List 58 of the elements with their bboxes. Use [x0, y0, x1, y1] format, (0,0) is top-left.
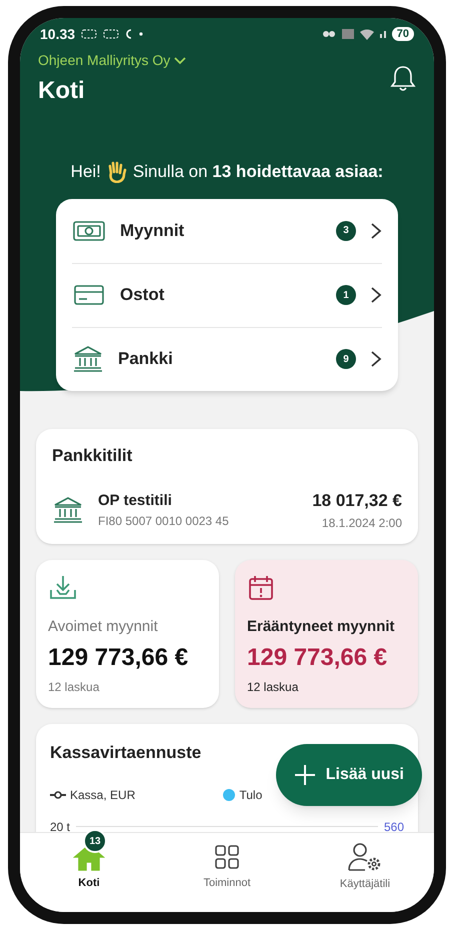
- download-tray-icon: [48, 574, 78, 602]
- bank-icon: [72, 345, 104, 373]
- task-row[interactable]: Pankki 9: [72, 326, 382, 390]
- chevron-right-icon: [370, 350, 382, 368]
- invoice-count: 12 laskua: [247, 679, 300, 696]
- add-new-button[interactable]: Lisää uusi: [276, 744, 422, 806]
- task-row[interactable]: Myynnit 3: [72, 198, 382, 262]
- task-count-badge: 1: [336, 285, 356, 305]
- credit-card-icon: [72, 283, 106, 307]
- bank-account-row[interactable]: OP testitili FI80 5007 0010 0023 45 18 017,32 € 18.1.2024 2:00: [52, 488, 402, 532]
- legend-label: Tulo: [239, 786, 262, 804]
- signal-icon: [380, 30, 386, 38]
- user-settings-icon: [347, 842, 383, 872]
- chevron-right-icon: [370, 286, 382, 304]
- chevron-down-icon: [174, 56, 186, 64]
- notification-badge: 13: [83, 829, 107, 854]
- plus-icon: [294, 764, 316, 786]
- chevron-right-icon: [370, 222, 382, 240]
- card-label: Erääntyneet myynnit: [247, 616, 396, 636]
- waving-hand-icon: [106, 160, 127, 183]
- bell-icon[interactable]: [390, 64, 416, 92]
- status-time: 10.33: [40, 24, 76, 44]
- account-iban: FI80 5007 0010 0023 45: [98, 513, 230, 530]
- card-amount: 129 773,66 €: [247, 643, 388, 673]
- axis-tick-label: 560: [384, 818, 404, 832]
- page-title: Koti: [38, 76, 86, 106]
- dot-icon: [139, 32, 144, 36]
- axis-tick-label: 20 t: [50, 818, 70, 832]
- calendar-alert-icon: [247, 574, 275, 602]
- invoice-count: 12 laskua: [48, 679, 100, 696]
- account-name: OP testitili: [98, 490, 173, 510]
- banknote-icon: [72, 218, 106, 242]
- wifi-icon: [360, 28, 374, 40]
- battery-indicator: 70: [392, 27, 414, 41]
- balance-date: 18.1.2024 2:00: [322, 514, 402, 532]
- greeting-hello: Hei!: [70, 161, 101, 183]
- card-label: Avoimet myynnit: [48, 616, 159, 636]
- card-title: Pankkitilit: [52, 444, 134, 466]
- task-label: Myynnit: [120, 220, 186, 242]
- grid-icon: [213, 843, 241, 872]
- task-label: Ostot: [120, 284, 166, 306]
- legend-label: Kassa, EUR: [70, 786, 136, 804]
- bank-icon: [52, 496, 84, 524]
- task-row[interactable]: Ostot 1: [72, 262, 382, 326]
- nav-tab[interactable]: Toiminnot: [158, 833, 296, 902]
- task-count-badge: 3: [336, 220, 356, 240]
- card-title: Kassavirtaennuste: [50, 742, 202, 764]
- task-count-badge: 9: [336, 349, 356, 369]
- task-label: Pankki: [118, 348, 174, 370]
- sales-summary-card[interactable]: Erääntyneet myynnit 129 773,66 € 12 laskua: [235, 560, 418, 708]
- line-legend-icon: [50, 790, 66, 798]
- greeting-text: Sinulla on 13 hoidettavaa asiaa:: [132, 161, 384, 183]
- link-icon: [322, 30, 336, 38]
- card-amount: 129 773,66 €: [48, 643, 190, 673]
- company-selector[interactable]: Ohjeen Malliyritys Oy: [38, 50, 186, 71]
- sales-summary-card[interactable]: Avoimet myynnit 129 773,66 € 12 laskua: [36, 560, 219, 708]
- account-balance: 18 017,32 €: [312, 490, 402, 512]
- nav-tab[interactable]: Käyttäjätili: [296, 833, 434, 902]
